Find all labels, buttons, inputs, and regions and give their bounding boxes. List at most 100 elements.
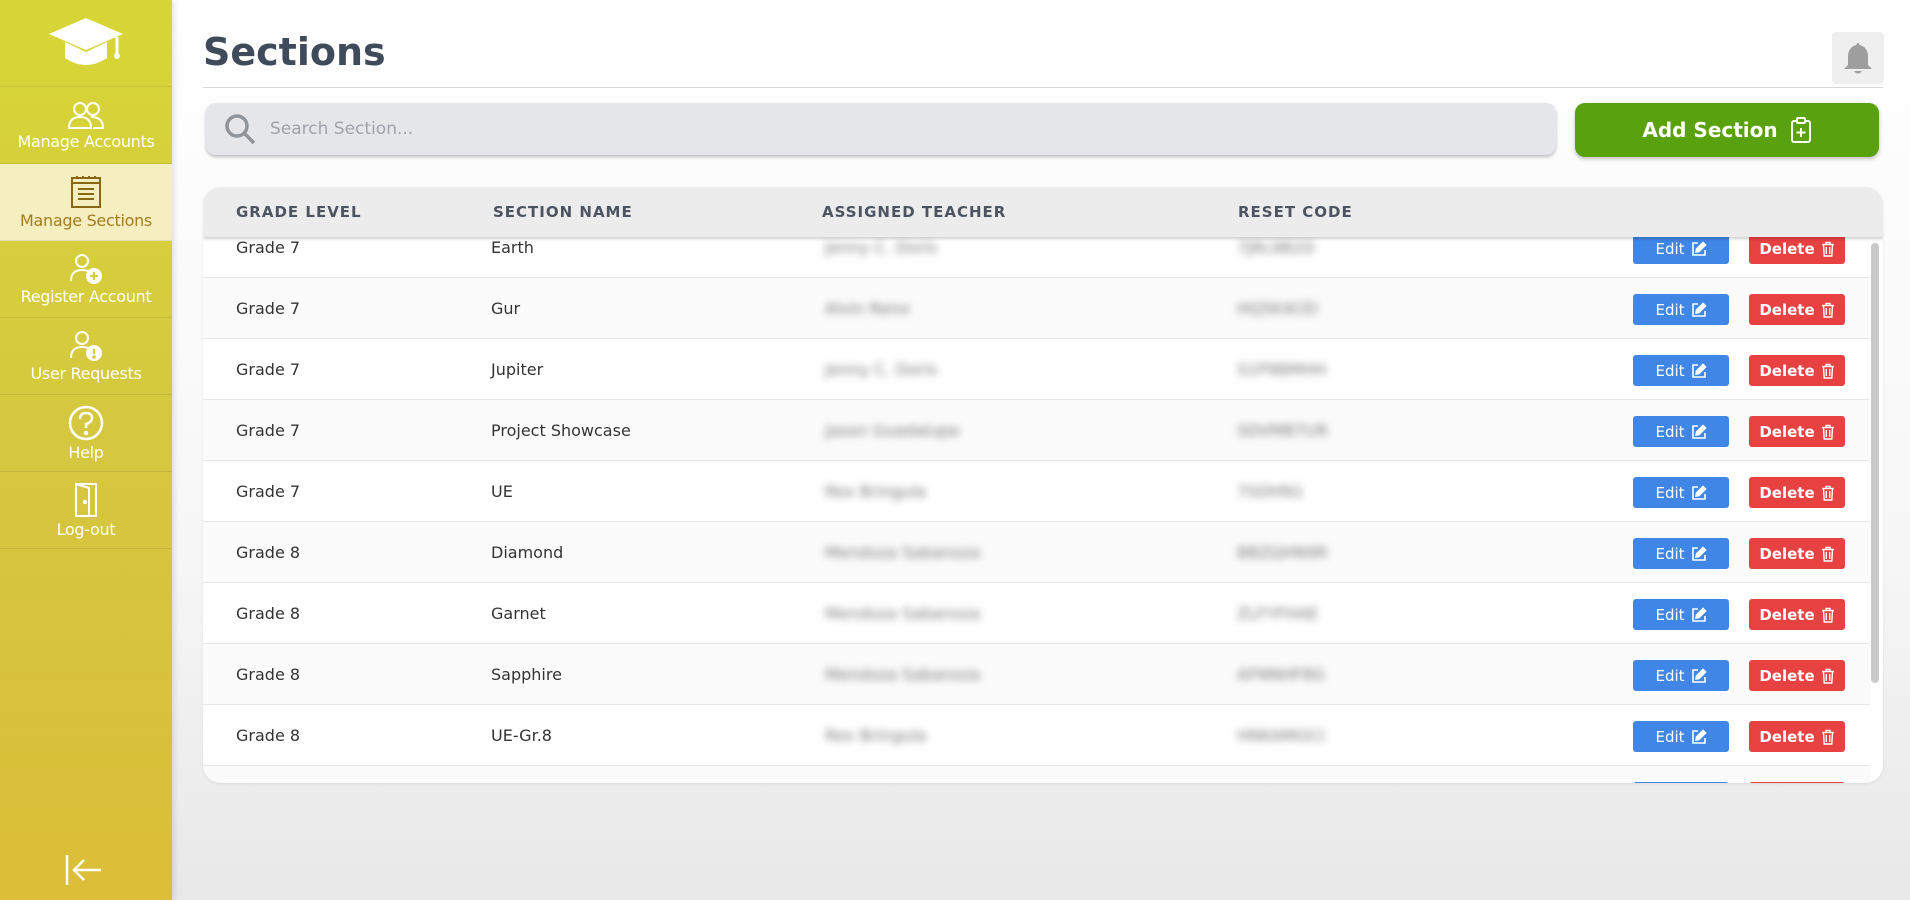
edit-label: Edit xyxy=(1655,727,1685,746)
delete-label: Delete xyxy=(1759,544,1815,563)
sidebar-item-label: User Requests xyxy=(30,363,142,383)
scroll-thumb[interactable] xyxy=(1871,243,1879,683)
cell-teacher: Alvin Reno xyxy=(825,299,910,318)
header-divider xyxy=(203,87,1883,88)
cell-section: Jupiter xyxy=(491,360,544,379)
delete-button[interactable]: Delete xyxy=(1749,294,1845,325)
door-icon xyxy=(75,482,97,517)
cell-teacher: Rex Bringula xyxy=(825,726,927,745)
header-reset-code: RESET CODE xyxy=(1238,203,1353,221)
trash-icon xyxy=(1821,424,1834,440)
sidebar-item-manage-sections[interactable]: Manage Sections xyxy=(0,164,172,241)
cell-grade: Grade 7 xyxy=(236,482,301,501)
trash-icon xyxy=(1821,485,1834,501)
search-input[interactable] xyxy=(270,119,1470,139)
collapse-sidebar-button[interactable] xyxy=(62,852,106,888)
sidebar-item-logout[interactable]: Log-out xyxy=(0,472,172,549)
edit-label: Edit xyxy=(1655,300,1685,319)
trash-icon xyxy=(1821,302,1834,318)
cell-grade: Grade 7 xyxy=(236,238,301,257)
cell-teacher: Jenny C. Doris xyxy=(825,360,938,379)
edit-button[interactable]: Edit xyxy=(1633,294,1729,325)
cell-teacher: Mendoza Sabanoza xyxy=(825,665,981,684)
edit-button[interactable]: Edit xyxy=(1633,477,1729,508)
edit-label: Edit xyxy=(1655,239,1685,258)
cell-reset-code: S1P9BMHH xyxy=(1237,360,1327,379)
table-row: Grade 8 UE-Gr.8 Rex Bringula HNKAMGCI Ed… xyxy=(203,705,1870,766)
cell-reset-code: HNKAMGCI xyxy=(1237,726,1325,745)
cell-section: UE xyxy=(491,482,513,501)
sidebar-item-manage-accounts[interactable]: Manage Accounts xyxy=(0,87,172,164)
delete-button[interactable]: Delete xyxy=(1749,355,1845,386)
edit-button[interactable] xyxy=(1633,782,1729,783)
delete-button[interactable]: Delete xyxy=(1749,416,1845,447)
add-section-button[interactable]: Add Section xyxy=(1575,103,1879,157)
sidebar-item-help[interactable]: Help xyxy=(0,395,172,472)
cell-reset-code: SDVMB7UR xyxy=(1237,421,1328,440)
cell-section: UE-Gr.8 xyxy=(491,726,552,745)
cell-teacher: Jenny C. Doris xyxy=(825,238,938,257)
edit-button[interactable]: Edit xyxy=(1633,538,1729,569)
edit-icon xyxy=(1691,423,1707,439)
cell-teacher: Jason Guadalupe xyxy=(825,421,960,440)
page-title: Sections xyxy=(203,30,386,74)
trash-icon xyxy=(1821,668,1834,684)
cell-grade: Grade 7 xyxy=(236,360,301,379)
cell-reset-code: ZLFYFHAE xyxy=(1237,604,1319,623)
table-row: Grade 7 Jupiter Jenny C. Doris S1P9BMHH … xyxy=(203,339,1870,400)
edit-icon xyxy=(1691,728,1707,744)
notifications-button[interactable] xyxy=(1832,32,1884,84)
delete-button[interactable]: Delete xyxy=(1749,599,1845,630)
search-bar xyxy=(206,103,1556,155)
cell-grade: Grade 8 xyxy=(236,543,301,562)
graduation-cap-icon xyxy=(49,18,123,65)
table-row: Grade 7 Project Showcase Jason Guadalupe… xyxy=(203,400,1870,461)
user-plus-icon xyxy=(70,253,102,284)
edit-icon xyxy=(1691,667,1707,683)
edit-icon xyxy=(1691,484,1707,500)
delete-label: Delete xyxy=(1759,605,1815,624)
edit-button[interactable]: Edit xyxy=(1633,355,1729,386)
delete-label: Delete xyxy=(1759,666,1815,685)
bell-icon xyxy=(1844,43,1872,74)
cell-grade: Grade 8 xyxy=(236,726,301,745)
sidebar-item-register-account[interactable]: Register Account xyxy=(0,241,172,318)
question-circle-icon xyxy=(68,405,104,440)
cell-reset-code: AFNNHF8G xyxy=(1237,665,1325,684)
table-row: Grade 8 Sapphire Mendoza Sabanoza AFNNHF… xyxy=(203,644,1870,705)
edit-icon xyxy=(1691,301,1707,317)
delete-button[interactable]: Delete xyxy=(1749,477,1845,508)
cell-teacher: Mendoza Sabanoza xyxy=(825,604,981,623)
delete-label: Delete xyxy=(1759,361,1815,380)
search-icon xyxy=(225,114,256,145)
delete-label: Delete xyxy=(1759,239,1815,258)
table-row: Grade 7 Gur Alvin Reno HQ5K4CEI Edit Del… xyxy=(203,278,1870,339)
delete-button[interactable]: Delete xyxy=(1749,233,1845,264)
sidebar-item-user-requests[interactable]: User Requests xyxy=(0,318,172,395)
cell-reset-code: 7SDHN1 xyxy=(1237,482,1304,501)
delete-button[interactable]: Delete xyxy=(1749,538,1845,569)
cell-section: Sapphire xyxy=(491,665,562,684)
table-body: Grade 7 Earth Jenny C. Doris 7J8L9B2D Ed… xyxy=(203,217,1870,783)
edit-label: Edit xyxy=(1655,666,1685,685)
sidebar-item-label: Manage Accounts xyxy=(17,131,155,151)
header-grade-level: GRADE LEVEL xyxy=(236,203,362,221)
arrow-left-bar-icon xyxy=(65,855,101,885)
cell-section: Gur xyxy=(491,299,521,318)
delete-button[interactable]: Delete xyxy=(1749,660,1845,691)
cell-reset-code: 7J8L9B2D xyxy=(1237,238,1315,257)
cell-section: Diamond xyxy=(491,543,564,562)
edit-button[interactable]: Edit xyxy=(1633,660,1729,691)
delete-button[interactable] xyxy=(1749,782,1845,783)
edit-button[interactable]: Edit xyxy=(1633,233,1729,264)
edit-button[interactable]: Edit xyxy=(1633,599,1729,630)
delete-button[interactable]: Delete xyxy=(1749,721,1845,752)
edit-label: Edit xyxy=(1655,605,1685,624)
trash-icon xyxy=(1821,729,1834,745)
cell-teacher: Mendoza Sabanoza xyxy=(825,543,981,562)
cell-section: Earth xyxy=(491,238,534,257)
edit-button[interactable]: Edit xyxy=(1633,721,1729,752)
edit-button[interactable]: Edit xyxy=(1633,416,1729,447)
table-scrollbar[interactable] xyxy=(1871,239,1879,783)
user-alert-icon xyxy=(70,330,102,361)
